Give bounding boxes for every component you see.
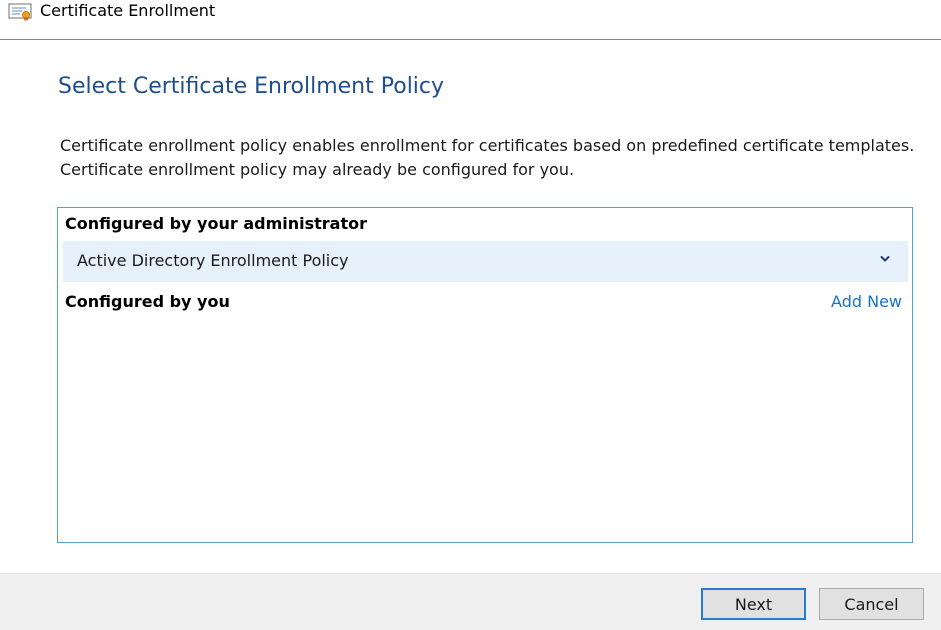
window-title: Certificate Enrollment — [40, 1, 216, 20]
user-group-label: Configured by you — [65, 292, 230, 311]
page-title: Select Certificate Enrollment Policy — [58, 74, 445, 99]
button-bar: Next Cancel — [0, 573, 941, 630]
add-new-link[interactable]: Add New — [831, 291, 902, 313]
admin-group-label: Configured by your administrator — [65, 214, 367, 233]
description-line: Certificate enrollment policy enables en… — [60, 136, 915, 155]
certificate-icon — [8, 2, 34, 22]
chevron-down-icon[interactable] — [878, 251, 892, 265]
policy-item-label: Active Directory Enrollment Policy — [77, 251, 349, 270]
next-button[interactable]: Next — [701, 588, 806, 620]
policy-item-active-directory[interactable]: Active Directory Enrollment Policy — [63, 241, 908, 282]
title-bar: Certificate Enrollment — [0, 0, 941, 40]
page-description: Certificate enrollment policy enables en… — [60, 134, 920, 182]
cancel-button[interactable]: Cancel — [819, 588, 924, 620]
certificate-enrollment-window: Certificate Enrollment Select Certificat… — [0, 0, 941, 630]
description-line: Certificate enrollment policy may alread… — [60, 160, 575, 179]
enrollment-policy-list: Configured by your administrator Active … — [57, 207, 913, 543]
